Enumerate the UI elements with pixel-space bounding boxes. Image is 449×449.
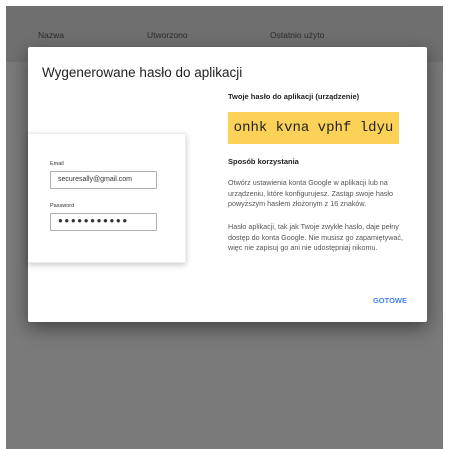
email-label: Email	[50, 161, 64, 167]
column-header-created: Utworzono	[147, 30, 188, 40]
dialog-title: Wygenerowane hasło do aplikacji	[42, 65, 243, 80]
usage-heading: Sposób korzystania	[228, 157, 299, 166]
done-button[interactable]: GOTOWE	[373, 296, 407, 305]
app-password-dialog: Wygenerowane hasło do aplikacji Email se…	[28, 47, 427, 322]
column-header-name: Nazwa	[38, 30, 64, 40]
usage-instructions: Otwórz ustawienia konta Google w aplikac…	[228, 178, 394, 208]
usage-warning: Hasło aplikacji, tak jak Twoje zwykłe ha…	[228, 222, 403, 252]
email-field: securesally@gmail.com	[50, 171, 157, 189]
password-field: ●●●●●●●●●●●	[50, 213, 157, 231]
generated-password-box: onhk kvna vphf ldyu	[228, 112, 399, 144]
password-label: Password	[50, 203, 75, 209]
generated-password[interactable]: onhk kvna vphf ldyu	[228, 120, 399, 136]
example-login-card: Email securesally@gmail.com Password ●●●…	[28, 133, 186, 263]
password-heading: Twoje hasło do aplikacji (urządzenie)	[228, 92, 360, 101]
column-header-last-used: Ostatnio użyto	[270, 30, 325, 40]
